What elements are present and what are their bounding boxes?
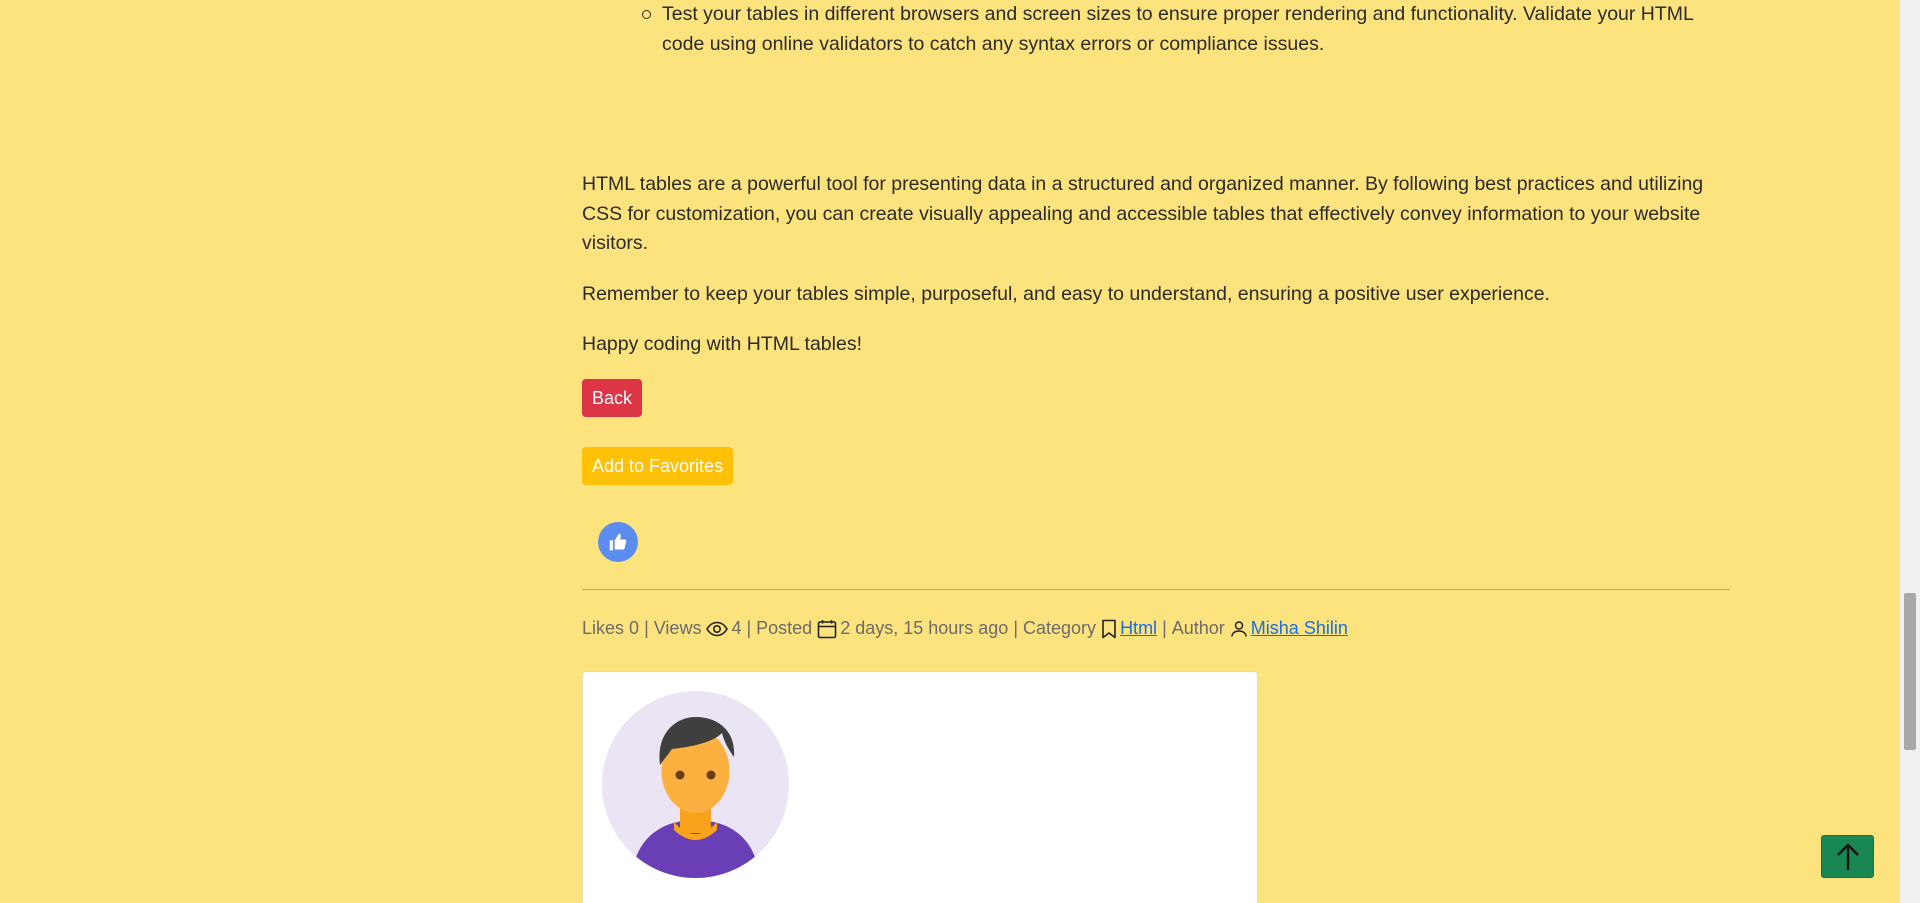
remember-paragraph: Remember to keep your tables simple, pur… (582, 283, 1550, 305)
add-to-favorites-button[interactable]: Add to Favorites (582, 447, 734, 485)
bookmark-icon (1101, 619, 1117, 639)
article-body: Test your tables in different browsers a… (582, 0, 1730, 903)
category-link[interactable]: Html (1120, 614, 1157, 644)
eye-icon (706, 621, 729, 637)
post-meta: Likes 0 | Views 4 | Posted 2 days, 15 ho… (582, 614, 1348, 644)
author-card (582, 671, 1258, 903)
page-viewport: Test your tables in different browsers a… (0, 0, 1920, 903)
back-to-top-button[interactable] (1821, 835, 1874, 878)
like-button[interactable] (598, 522, 638, 562)
likes-label: Likes (582, 618, 625, 638)
calendar-icon (817, 619, 837, 639)
thumbs-up-icon (608, 532, 628, 552)
posted-label: Posted (756, 618, 813, 638)
avatar (602, 691, 789, 878)
divider (582, 589, 1730, 590)
category-label: Category (1023, 618, 1097, 638)
tips-list: Test your tables in different browsers a… (582, 0, 1730, 59)
summary-paragraph: HTML tables are a powerful tool for pres… (582, 173, 1704, 254)
closing-paragraph: Happy coding with HTML tables! (582, 333, 862, 355)
likes-count: 0 (629, 618, 640, 638)
meta-separator: | (644, 618, 649, 638)
list-item: Test your tables in different browsers a… (642, 0, 1730, 59)
author-label: Author (1171, 618, 1225, 638)
arrow-up-icon (1835, 842, 1861, 872)
back-button[interactable]: Back (582, 379, 643, 417)
posted-value: 2 days, 15 hours ago (840, 618, 1009, 638)
meta-separator: | (1013, 618, 1019, 638)
meta-separator: | (1162, 618, 1167, 638)
meta-separator: | (746, 618, 752, 638)
views-label: Views (653, 618, 702, 638)
vertical-scrollbar[interactable] (1900, 0, 1920, 903)
author-link[interactable]: Misha Shilin (1251, 614, 1348, 644)
views-count: 4 (731, 618, 742, 638)
person-icon (1230, 620, 1248, 638)
scrollbar-thumb[interactable] (1904, 593, 1916, 750)
